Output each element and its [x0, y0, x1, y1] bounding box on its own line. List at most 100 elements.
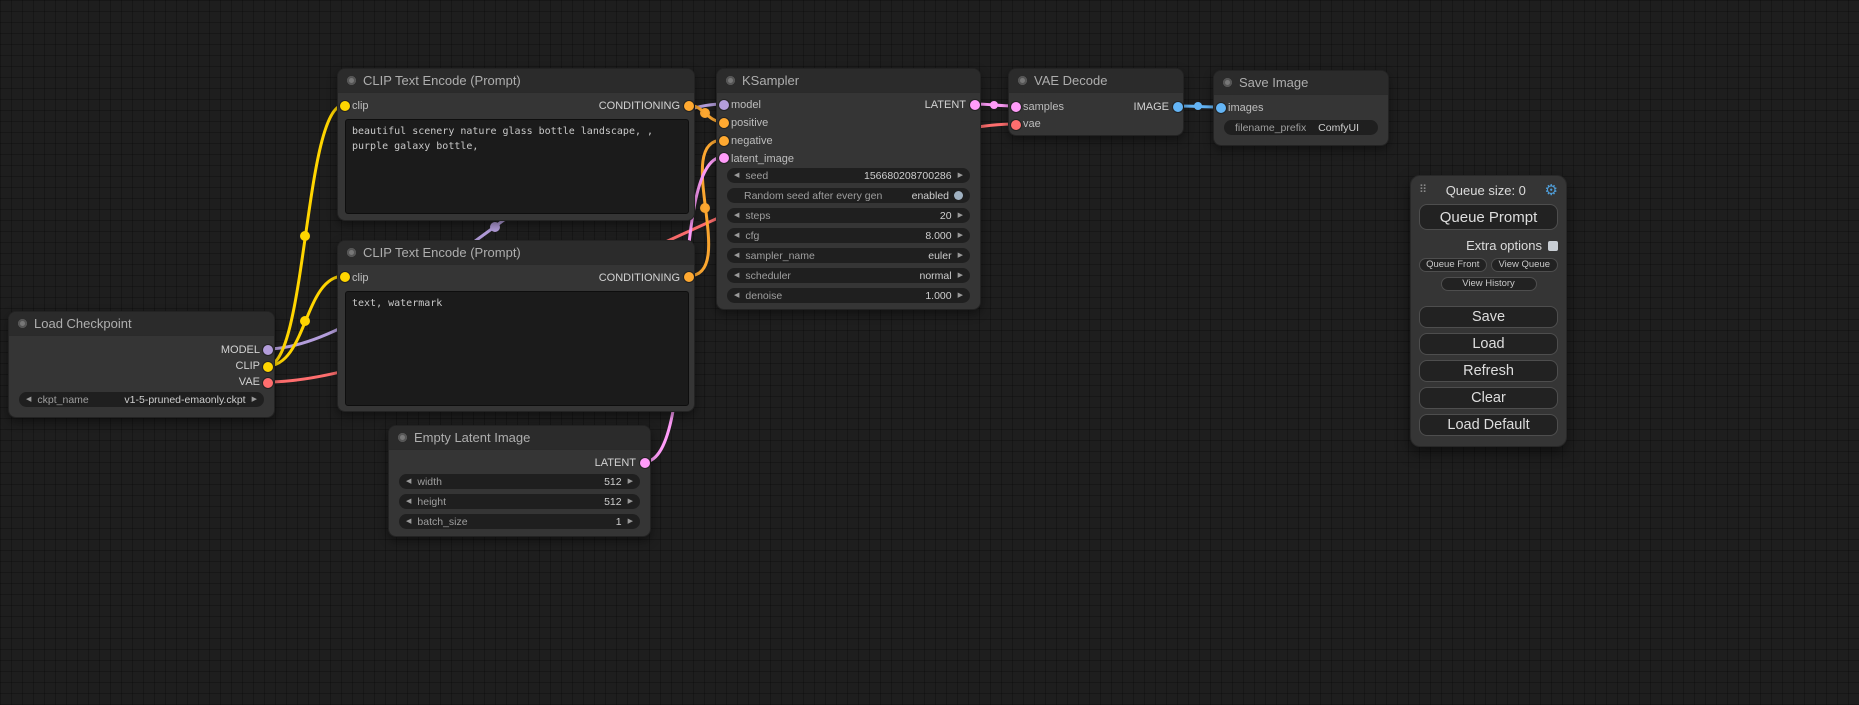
input-slot-label: samples	[1023, 101, 1064, 113]
clear-button[interactable]: Clear	[1419, 387, 1558, 409]
input-port-positive[interactable]	[719, 118, 729, 128]
input-port-clip[interactable]	[340, 272, 350, 282]
queue-prompt-button[interactable]: Queue Prompt	[1419, 204, 1558, 230]
output-port-latent[interactable]	[640, 458, 650, 468]
wire-dot-samples	[990, 101, 998, 109]
widget-steps[interactable]: ◀ steps 20 ▶	[727, 208, 970, 223]
wire-dot-negative	[700, 203, 710, 213]
node-vae-decode[interactable]: VAE Decode samples IMAGE vae	[1008, 68, 1184, 136]
drag-handle-icon[interactable]: ⠿	[1419, 185, 1427, 196]
input-port-model[interactable]	[719, 100, 729, 110]
widget-ckpt-name[interactable]: ◀ ckpt_name v1-5-pruned-emaonly.ckpt ▶	[19, 392, 264, 407]
decrement-arrow-icon[interactable]: ◀	[406, 498, 411, 505]
output-slot-label: IMAGE	[1134, 101, 1169, 113]
input-port-clip[interactable]	[340, 101, 350, 111]
node-load-checkpoint[interactable]: Load Checkpoint MODEL CLIP VAE ◀ ckpt_na…	[8, 311, 275, 418]
refresh-button[interactable]: Refresh	[1419, 360, 1558, 382]
increment-arrow-icon[interactable]: ▶	[628, 478, 633, 485]
decrement-arrow-icon[interactable]: ◀	[734, 252, 739, 259]
wire-dot-clip-positive	[300, 231, 310, 241]
widget-height[interactable]: ◀ height 512 ▶	[399, 494, 640, 509]
output-port-clip[interactable]	[263, 362, 273, 372]
output-port-latent[interactable]	[970, 100, 980, 110]
decrement-arrow-icon[interactable]: ◀	[734, 172, 739, 179]
widget-width[interactable]: ◀ width 512 ▶	[399, 474, 640, 489]
node-title-bar[interactable]: VAE Decode	[1009, 69, 1183, 93]
widget-value: ComfyUI	[1318, 122, 1359, 134]
widget-seed[interactable]: ◀ seed 156680208700286 ▶	[727, 168, 970, 183]
node-title: Save Image	[1239, 75, 1308, 90]
node-ksampler[interactable]: KSampler model LATENT positive negative …	[716, 68, 981, 310]
node-empty-latent-image[interactable]: Empty Latent Image LATENT ◀ width 512 ▶ …	[388, 425, 651, 537]
extra-options-checkbox[interactable]	[1548, 241, 1558, 251]
widget-name: width	[417, 476, 442, 488]
widget-batch-size[interactable]: ◀ batch_size 1 ▶	[399, 514, 640, 529]
decrement-arrow-icon[interactable]: ◀	[734, 232, 739, 239]
load-default-button[interactable]: Load Default	[1419, 414, 1558, 436]
widget-random-seed-toggle[interactable]: Random seed after every gen enabled	[727, 188, 970, 203]
extra-options-label: Extra options	[1466, 238, 1542, 253]
input-slot-label: latent_image	[731, 153, 794, 165]
input-port-images[interactable]	[1216, 103, 1226, 113]
collapse-dot-icon[interactable]	[347, 248, 356, 257]
decrement-arrow-icon[interactable]: ◀	[406, 518, 411, 525]
decrement-arrow-icon[interactable]: ◀	[734, 292, 739, 299]
node-title-bar[interactable]: KSampler	[717, 69, 980, 93]
increment-arrow-icon[interactable]: ▶	[628, 518, 633, 525]
input-port-negative[interactable]	[719, 136, 729, 146]
node-title-bar[interactable]: Save Image	[1214, 71, 1388, 95]
input-port-latent-image[interactable]	[719, 153, 729, 163]
decrement-arrow-icon[interactable]: ◀	[734, 212, 739, 219]
input-port-vae[interactable]	[1011, 120, 1021, 130]
collapse-dot-icon[interactable]	[1223, 78, 1232, 87]
node-save-image[interactable]: Save Image images filename_prefix ComfyU…	[1213, 70, 1389, 146]
output-port-vae[interactable]	[263, 378, 273, 388]
input-slot-label: negative	[731, 135, 773, 147]
collapse-dot-icon[interactable]	[726, 76, 735, 85]
increment-arrow-icon[interactable]: ▶	[958, 272, 963, 279]
toggle-knob-icon[interactable]	[954, 191, 963, 200]
input-slot-label: vae	[1023, 118, 1041, 130]
input-slot-label: model	[731, 99, 761, 111]
node-title-bar[interactable]: CLIP Text Encode (Prompt)	[338, 69, 694, 93]
negative-prompt-textarea[interactable]: text, watermark	[345, 291, 689, 406]
widget-denoise[interactable]: ◀ denoise 1.000 ▶	[727, 288, 970, 303]
input-port-samples[interactable]	[1011, 102, 1021, 112]
view-history-button[interactable]: View History	[1441, 277, 1537, 291]
node-title-bar[interactable]: Load Checkpoint	[9, 312, 274, 336]
decrement-arrow-icon[interactable]: ◀	[26, 396, 31, 403]
output-port-conditioning[interactable]	[684, 101, 694, 111]
increment-arrow-icon[interactable]: ▶	[958, 232, 963, 239]
increment-arrow-icon[interactable]: ▶	[628, 498, 633, 505]
settings-gear-icon[interactable]: ⚙	[1545, 183, 1558, 198]
widget-scheduler[interactable]: ◀ scheduler normal ▶	[727, 268, 970, 283]
node-clip-text-encode-positive[interactable]: CLIP Text Encode (Prompt) clip CONDITION…	[337, 68, 695, 221]
collapse-dot-icon[interactable]	[1018, 76, 1027, 85]
decrement-arrow-icon[interactable]: ◀	[406, 478, 411, 485]
output-port-image[interactable]	[1173, 102, 1183, 112]
widget-filename-prefix[interactable]: filename_prefix ComfyUI	[1224, 120, 1378, 135]
collapse-dot-icon[interactable]	[347, 76, 356, 85]
wire-dot-image	[1194, 102, 1202, 110]
increment-arrow-icon[interactable]: ▶	[958, 172, 963, 179]
output-port-model[interactable]	[263, 345, 273, 355]
increment-arrow-icon[interactable]: ▶	[958, 252, 963, 259]
decrement-arrow-icon[interactable]: ◀	[734, 272, 739, 279]
load-button[interactable]: Load	[1419, 333, 1558, 355]
graph-canvas[interactable]: Load Checkpoint MODEL CLIP VAE ◀ ckpt_na…	[0, 0, 1859, 705]
increment-arrow-icon[interactable]: ▶	[958, 292, 963, 299]
node-title-bar[interactable]: CLIP Text Encode (Prompt)	[338, 241, 694, 265]
node-title-bar[interactable]: Empty Latent Image	[389, 426, 650, 450]
increment-arrow-icon[interactable]: ▶	[252, 396, 257, 403]
increment-arrow-icon[interactable]: ▶	[958, 212, 963, 219]
positive-prompt-textarea[interactable]: beautiful scenery nature glass bottle la…	[345, 119, 689, 214]
save-button[interactable]: Save	[1419, 306, 1558, 328]
view-queue-button[interactable]: View Queue	[1491, 258, 1559, 272]
output-port-conditioning[interactable]	[684, 272, 694, 282]
node-clip-text-encode-negative[interactable]: CLIP Text Encode (Prompt) clip CONDITION…	[337, 240, 695, 412]
collapse-dot-icon[interactable]	[398, 433, 407, 442]
queue-front-button[interactable]: Queue Front	[1419, 258, 1487, 272]
widget-cfg[interactable]: ◀ cfg 8.000 ▶	[727, 228, 970, 243]
widget-sampler-name[interactable]: ◀ sampler_name euler ▶	[727, 248, 970, 263]
collapse-dot-icon[interactable]	[18, 319, 27, 328]
